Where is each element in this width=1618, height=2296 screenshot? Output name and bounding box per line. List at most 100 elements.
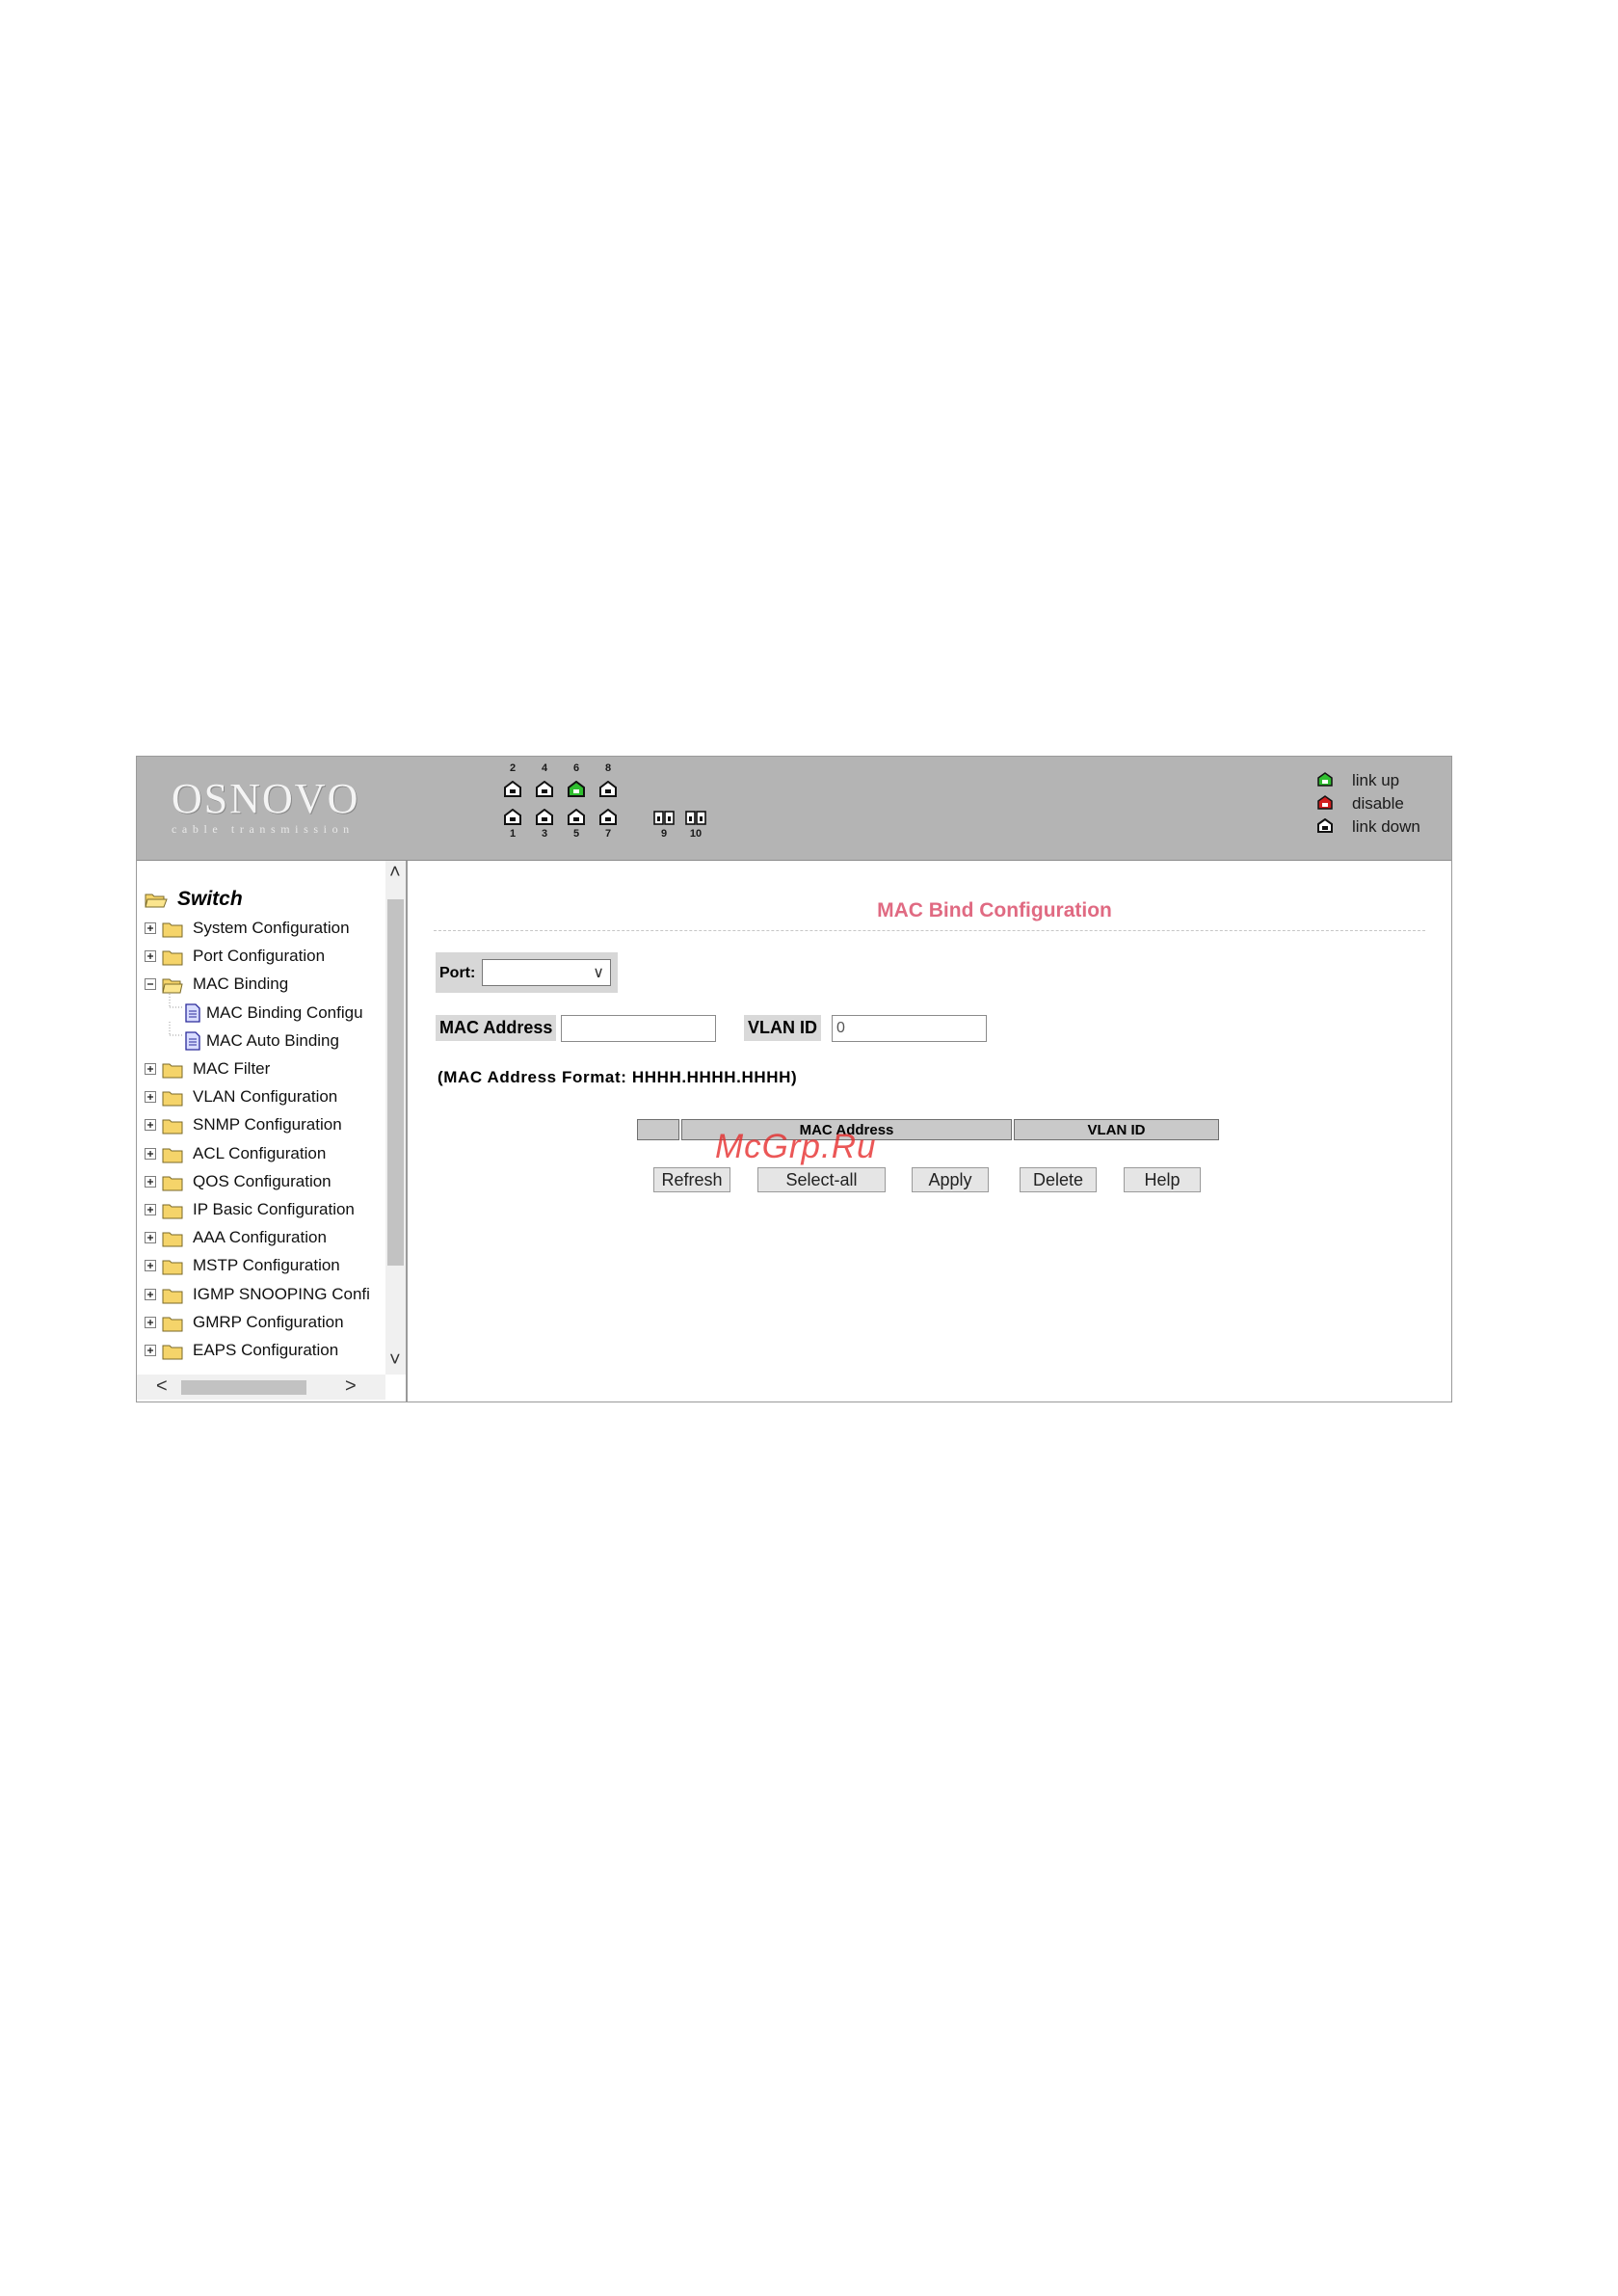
port-disable-icon <box>1317 795 1333 810</box>
port-number-label: 1 <box>509 828 517 840</box>
folder-icon <box>162 1148 183 1163</box>
apply-button[interactable]: Apply <box>912 1167 989 1192</box>
ethernet-port-icon <box>568 809 585 825</box>
expand-icon[interactable] <box>145 1091 156 1104</box>
mac-address-input[interactable] <box>561 1015 716 1042</box>
port-number-label: 7 <box>604 828 612 840</box>
open-folder-icon <box>145 894 168 908</box>
folder-icon <box>162 1204 183 1219</box>
scroll-right-icon[interactable]: > <box>345 1376 357 1396</box>
port-link-down-icon <box>1317 818 1333 833</box>
scroll-down-icon[interactable]: ˅ <box>389 1350 401 1370</box>
osnovo-logo: OSNOVO cable transmission <box>172 778 359 837</box>
ethernet-port-icon <box>599 781 617 797</box>
sidebar-item-label: MAC Auto Binding <box>206 1030 339 1050</box>
port-10[interactable] <box>685 809 706 825</box>
expand-icon[interactable] <box>145 1288 156 1300</box>
sidebar-item-label: ACL Configuration <box>193 1143 327 1162</box>
folder-icon <box>162 1260 183 1275</box>
collapse-icon[interactable] <box>145 978 156 991</box>
port-number-label: 2 <box>509 762 517 774</box>
refresh-button[interactable]: Refresh <box>653 1167 730 1192</box>
document-icon <box>185 1031 200 1051</box>
document-icon <box>185 1002 200 1023</box>
sidebar-item-label: IP Basic Configuration <box>193 1200 355 1218</box>
vlan-id-input[interactable] <box>832 1015 987 1042</box>
title-divider <box>434 930 1425 931</box>
ethernet-port-icon <box>568 781 585 797</box>
select-all-button[interactable]: Select-all <box>757 1167 886 1192</box>
horizontal-scrollbar[interactable]: < > <box>137 1375 385 1400</box>
port-5[interactable] <box>568 809 585 825</box>
port-number-label: 5 <box>572 828 580 840</box>
port-6[interactable] <box>568 781 585 797</box>
port-number-label: 6 <box>572 762 580 774</box>
logo-text: OSNOVO <box>172 775 360 822</box>
folder-icon <box>162 950 183 966</box>
tree-connector <box>169 993 183 1008</box>
port-number-label: 10 <box>689 828 703 840</box>
expand-icon[interactable] <box>145 1316 156 1328</box>
fiber-port-icon <box>653 811 675 825</box>
sidebar-item-label: Port Configuration <box>193 947 326 966</box>
sidebar-item-label: MAC Binding Configu <box>206 1002 363 1022</box>
mac-address-label: MAC Address <box>436 1015 557 1041</box>
open-folder-icon <box>162 978 183 994</box>
folder-icon <box>162 1317 183 1332</box>
ethernet-port-icon <box>504 809 521 825</box>
sidebar-item-label: MSTP Configuration <box>193 1256 340 1275</box>
port-2[interactable] <box>504 781 521 797</box>
expand-icon[interactable] <box>145 922 156 934</box>
expand-icon[interactable] <box>145 1260 156 1272</box>
tree-connector <box>169 1021 183 1036</box>
ethernet-port-icon <box>504 781 521 797</box>
legend-label: link up <box>1352 771 1400 789</box>
port-number-label: 8 <box>604 762 612 774</box>
expand-icon[interactable] <box>145 1063 156 1075</box>
horizontal-scroll-thumb[interactable] <box>181 1380 306 1395</box>
legend-label: disable <box>1352 794 1404 813</box>
fiber-port-icon <box>685 811 706 825</box>
vlan-id-column-header: VLAN ID <box>1014 1119 1219 1140</box>
port-select[interactable]: ∨ <box>482 959 611 986</box>
port-9[interactable] <box>653 809 675 825</box>
port-3[interactable] <box>536 809 553 825</box>
port-7[interactable] <box>599 809 617 825</box>
folder-icon <box>162 1232 183 1247</box>
port-1[interactable] <box>504 809 521 825</box>
port-4[interactable] <box>536 781 553 797</box>
sidebar-item-label: MAC Binding <box>193 974 289 994</box>
expand-icon[interactable] <box>145 1345 156 1356</box>
vlan-id-label: VLAN ID <box>744 1015 821 1041</box>
sidebar-item-label: IGMP SNOOPING Confi <box>193 1284 370 1303</box>
sidebar-item-label: AAA Configuration <box>193 1228 327 1247</box>
scroll-left-icon[interactable]: < <box>156 1376 168 1396</box>
navigation-sidebar: Switch System Configuration Port Configur… <box>137 861 408 1402</box>
sidebar-item-label: GMRP Configuration <box>193 1312 344 1331</box>
header-bar: OSNOVO cable transmission 2 4 6 8 1 3 5 7 9 10 li… <box>137 757 1451 861</box>
help-button[interactable]: Help <box>1124 1167 1201 1192</box>
port-8[interactable] <box>599 781 617 797</box>
ethernet-port-icon <box>536 781 553 797</box>
navigation-tree: Switch System Configuration Port Configur… <box>137 861 385 1375</box>
folder-icon <box>162 1345 183 1360</box>
expand-icon[interactable] <box>145 1175 156 1188</box>
folder-icon <box>162 1289 183 1304</box>
port-selector-group: Port: ∨ <box>436 952 618 993</box>
expand-icon[interactable] <box>145 1232 156 1244</box>
port-number-label: 9 <box>660 828 668 840</box>
expand-icon[interactable] <box>145 950 156 963</box>
mac-format-note: (MAC Address Format: HHHH.HHHH.HHHH) <box>438 1068 798 1086</box>
watermark: McGrp.Ru <box>715 1128 877 1165</box>
port-number-label: 3 <box>541 828 548 840</box>
legend-label: link down <box>1352 817 1420 836</box>
scroll-up-icon[interactable]: ˄ <box>389 863 401 882</box>
expand-icon[interactable] <box>145 1204 156 1215</box>
switch-web-ui: OSNOVO cable transmission 2 4 6 8 1 3 5 7 9 10 li… <box>136 756 1452 1402</box>
vertical-scrollbar[interactable]: ˄ ˅ <box>385 861 406 1375</box>
vertical-scroll-thumb[interactable] <box>387 899 404 1266</box>
expand-icon[interactable] <box>145 1147 156 1160</box>
expand-icon[interactable] <box>145 1119 156 1132</box>
page-title: MAC Bind Configuration <box>877 899 1112 921</box>
delete-button[interactable]: Delete <box>1020 1167 1097 1192</box>
